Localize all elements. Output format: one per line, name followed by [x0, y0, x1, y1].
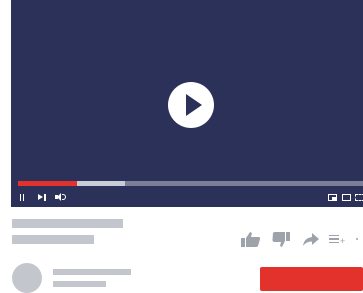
dislike-button[interactable] [271, 230, 293, 248]
next-icon[interactable] [38, 192, 47, 202]
fullscreen-icon[interactable] [355, 194, 363, 201]
played-bar [18, 181, 77, 186]
theater-icon[interactable] [342, 194, 351, 201]
subscriber-count-placeholder [53, 281, 106, 287]
subscribe-button[interactable] [260, 267, 363, 291]
volume-icon[interactable] [55, 192, 67, 202]
like-button[interactable] [240, 230, 262, 248]
add-to-playlist-button[interactable]: + [328, 230, 346, 248]
miniplayer-icon[interactable] [328, 194, 337, 201]
play-icon [186, 94, 202, 116]
pause-icon[interactable] [20, 192, 26, 202]
video-player[interactable] [11, 0, 363, 207]
more-icon [356, 238, 358, 240]
like-icon [241, 231, 261, 247]
video-views-placeholder [12, 235, 94, 244]
channel-name-placeholder [53, 269, 131, 275]
share-button[interactable] [301, 230, 321, 248]
channel-avatar[interactable] [12, 263, 42, 293]
video-title-placeholder [12, 219, 123, 228]
more-button[interactable] [351, 230, 363, 248]
progress-bar[interactable] [18, 181, 363, 186]
dislike-icon [272, 231, 290, 247]
add-to-playlist-icon [328, 233, 339, 246]
share-icon [303, 232, 319, 246]
play-button[interactable] [168, 82, 214, 128]
